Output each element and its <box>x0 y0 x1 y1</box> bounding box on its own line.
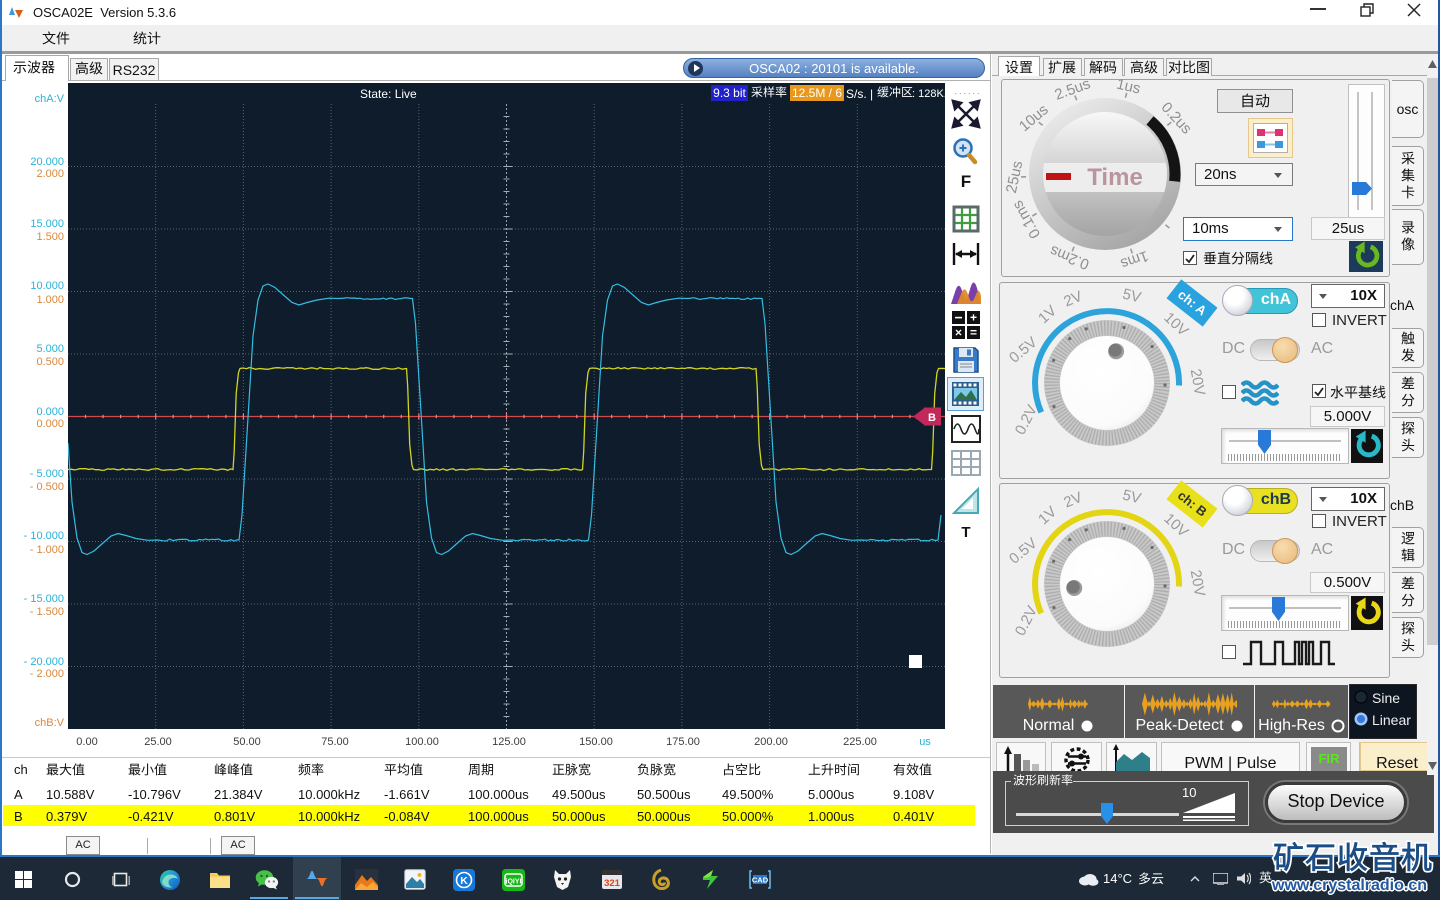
svg-text:5V: 5V <box>1121 489 1143 507</box>
svg-text:×: × <box>955 326 962 340</box>
svg-text:K: K <box>460 875 468 887</box>
svg-text:Time: Time <box>1087 164 1143 191</box>
svg-text:20V: 20V <box>1187 569 1208 598</box>
svg-text:1V: 1V <box>1035 503 1060 528</box>
svg-text:20V: 20V <box>1187 368 1208 397</box>
svg-text:B: B <box>928 412 936 424</box>
svg-text:iQIYI: iQIYI <box>506 879 522 886</box>
svg-text:2V: 2V <box>1061 288 1084 310</box>
svg-text:+: + <box>970 311 977 325</box>
svg-text:CAD: CAD <box>752 876 769 885</box>
svg-text:2.5us: 2.5us <box>1052 75 1092 104</box>
svg-text:5V: 5V <box>1121 288 1143 306</box>
svg-text:321: 321 <box>604 878 621 889</box>
svg-text:1V: 1V <box>1035 302 1060 327</box>
svg-text:1ms: 1ms <box>1118 247 1150 272</box>
svg-text:=: = <box>970 326 977 340</box>
svg-text:2V: 2V <box>1061 489 1084 511</box>
svg-text:1us: 1us <box>1115 76 1142 98</box>
svg-text:25us: 25us <box>1003 159 1026 194</box>
